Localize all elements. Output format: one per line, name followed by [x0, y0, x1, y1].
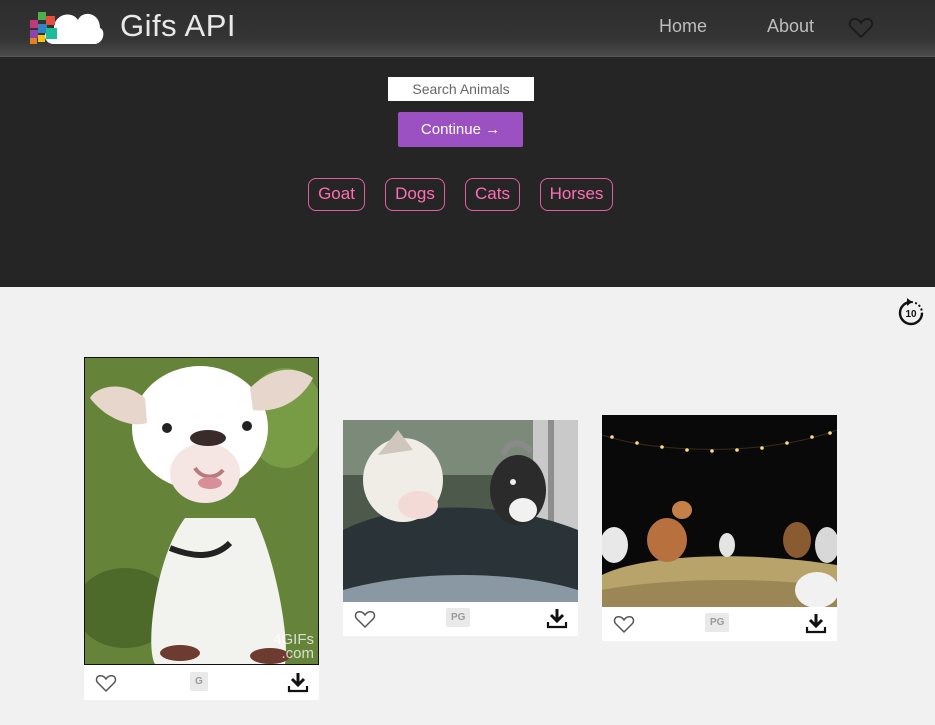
nav-home-link[interactable]: Home: [659, 16, 707, 37]
nav-about-link[interactable]: About: [767, 16, 814, 37]
gif-image-goat-tongue[interactable]: 4GIFs .com: [84, 357, 319, 665]
gif-image-goats-hay[interactable]: [602, 415, 837, 607]
rating-badge: PG: [705, 613, 730, 632]
download-icon[interactable]: [545, 606, 569, 630]
gif-card-actions: G: [84, 666, 319, 700]
tag-goat-button[interactable]: Goat: [308, 178, 365, 211]
gif-image-goats-tire[interactable]: [343, 420, 578, 602]
download-icon[interactable]: [804, 611, 828, 635]
app-title: Gifs API: [120, 8, 236, 43]
gif-card: PG: [343, 420, 578, 636]
search-input[interactable]: [388, 77, 534, 101]
gif-card-actions: PG: [343, 602, 578, 636]
favorites-heart-icon[interactable]: [848, 16, 874, 40]
gif-card: 4GIFs .com G: [84, 357, 319, 700]
tag-dogs-button[interactable]: Dogs: [385, 178, 445, 211]
gif-watermark-line2: .com: [281, 645, 314, 662]
replay-10-icon[interactable]: 10: [895, 297, 927, 329]
gif-card-actions: PG: [602, 607, 837, 641]
cloud-logo-icon[interactable]: [24, 2, 104, 48]
search-section: Continue → Goat Dogs Cats Horses: [0, 57, 935, 287]
gif-card: PG: [602, 415, 837, 641]
gif-watermark: 4GIFs .com: [273, 632, 314, 662]
rating-badge: PG: [446, 608, 471, 627]
svg-text:10: 10: [905, 309, 917, 320]
tag-horses-button[interactable]: Horses: [540, 178, 613, 211]
tag-cats-button[interactable]: Cats: [465, 178, 520, 211]
heart-icon[interactable]: [95, 673, 117, 693]
heart-icon[interactable]: [613, 614, 635, 634]
navbar: Gifs API Home About: [0, 0, 935, 57]
continue-button[interactable]: Continue →: [398, 112, 523, 147]
download-icon[interactable]: [286, 670, 310, 694]
heart-icon[interactable]: [354, 609, 376, 629]
rating-badge: G: [190, 672, 208, 691]
